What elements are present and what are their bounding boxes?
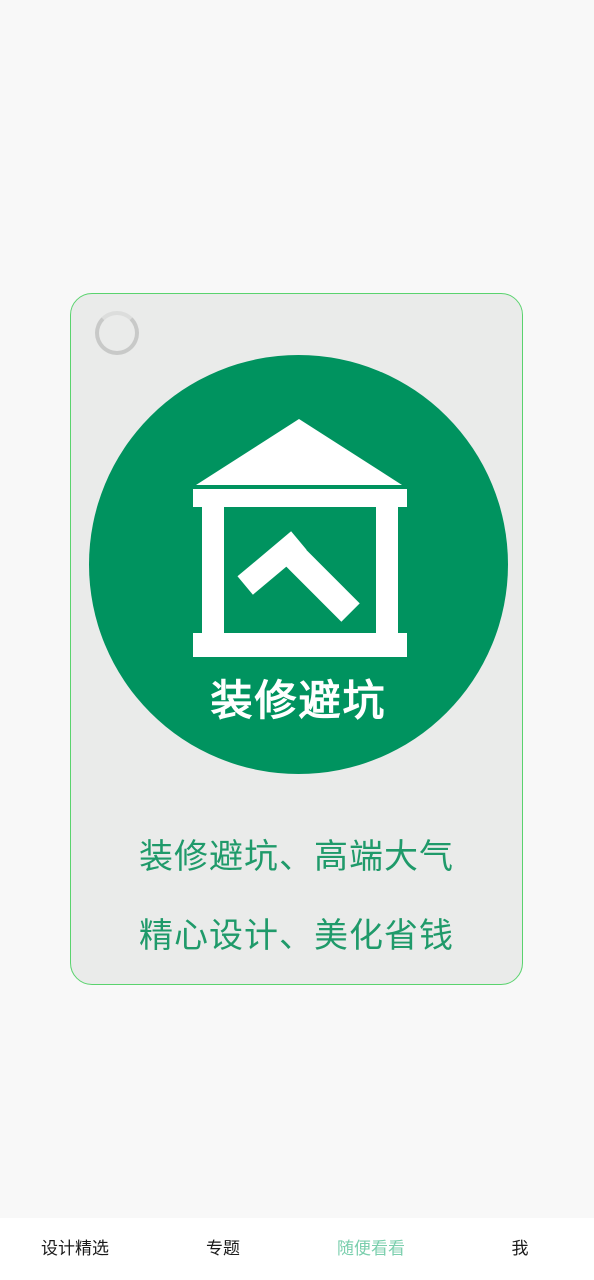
- tab-topics[interactable]: 专题: [178, 1218, 268, 1280]
- logo-graphic: 装修避坑: [89, 355, 508, 774]
- loading-spinner-icon: [95, 311, 139, 355]
- slogan-line-1: 装修避坑、高端大气: [139, 837, 454, 877]
- house-pillar-right: [376, 507, 398, 633]
- splash-card: 装修避坑 装修避坑、高端大气 精心设计、美化省钱: [70, 293, 523, 985]
- house-pillar-left: [202, 507, 224, 633]
- tab-browse[interactable]: 随便看看: [316, 1218, 426, 1280]
- logo-text: 装修避坑: [210, 676, 386, 725]
- slogan-line-2: 精心设计、美化省钱: [139, 916, 454, 956]
- app-logo: 装修避坑: [89, 355, 508, 774]
- bottom-tab-bar: 设计精选 专题 随便看看 我: [0, 1218, 594, 1280]
- tab-design-selection[interactable]: 设计精选: [20, 1218, 130, 1280]
- house-beam: [193, 489, 407, 507]
- house-base: [193, 633, 407, 657]
- tab-me[interactable]: 我: [490, 1218, 550, 1280]
